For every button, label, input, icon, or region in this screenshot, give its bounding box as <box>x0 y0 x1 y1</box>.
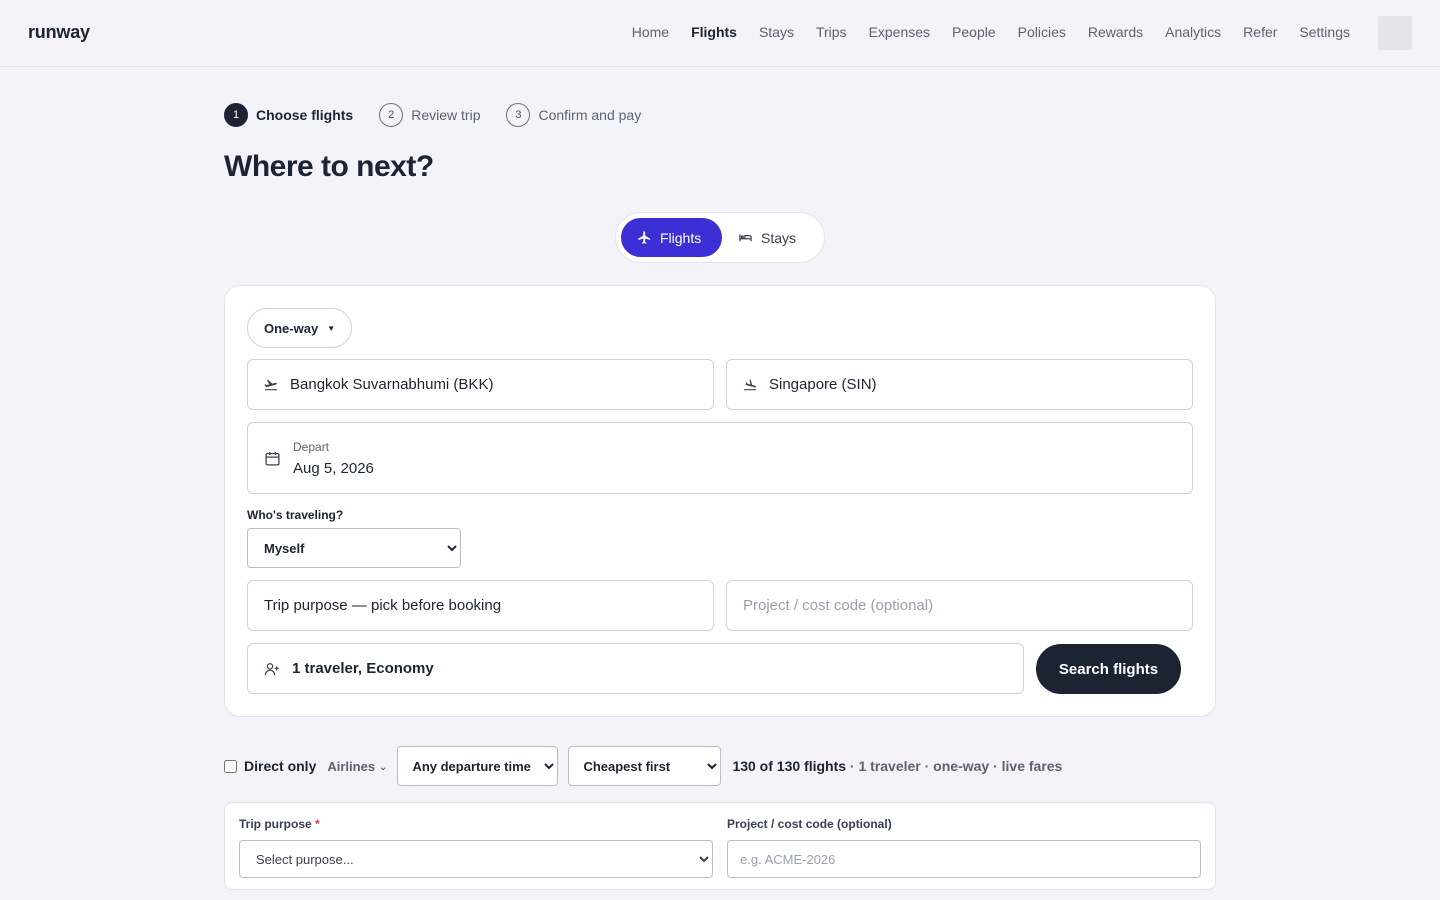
results-count: 130 of 130 flights <box>732 758 847 774</box>
purpose-select[interactable]: Select purpose... <box>239 840 713 878</box>
stepper: 1 Choose flights 2 Review trip 3 Confirm… <box>224 103 667 127</box>
airlines-label: Airlines <box>327 758 376 774</box>
sort-select[interactable]: Cheapest first <box>568 746 722 786</box>
nav-stays[interactable]: Stays <box>759 24 794 40</box>
nav-refer[interactable]: Refer <box>1243 24 1277 40</box>
direct-only-label: Direct only <box>244 758 317 774</box>
results-meta: · 1 traveler · one-way · live fares <box>846 758 1063 774</box>
cost-code-placeholder: Project / cost code (optional) <box>743 597 934 614</box>
main-nav: Home Flights Stays Trips Expenses People… <box>610 24 1350 40</box>
results-summary: 130 of 130 flights · 1 traveler · one-wa… <box>732 758 1062 774</box>
step-number: 1 <box>224 103 248 127</box>
trip-type-dropdown[interactable]: One-way ▼ <box>247 308 353 348</box>
purpose-label-text: Trip purpose <box>239 817 312 831</box>
trip-purpose-value: Trip purpose — pick before booking <box>264 597 502 614</box>
cost-code-label: Project / cost code (optional) <box>727 817 892 831</box>
trip-details-card: Trip purpose * Select purpose... Project… <box>224 802 1216 890</box>
step-review-trip: 2 Review trip <box>379 103 480 127</box>
step-label: Choose flights <box>256 107 354 123</box>
mode-stays-label: Stays <box>761 229 797 246</box>
mode-stays-button[interactable]: Stays <box>722 218 812 257</box>
nav-trips[interactable]: Trips <box>816 24 847 40</box>
airplane-icon <box>637 230 652 245</box>
trip-purpose-field[interactable]: Trip purpose — pick before booking <box>247 580 714 631</box>
depart-text: Depart Aug 5, 2026 <box>293 440 374 477</box>
search-card: One-way ▼ Bangkok Suvarnabhumi (BKK) Sin… <box>224 285 1216 717</box>
avatar[interactable] <box>1378 16 1412 50</box>
bed-icon <box>738 230 753 245</box>
filters-bar: Direct only Airlines ⌄ Any departure tim… <box>224 746 1062 786</box>
nav-analytics[interactable]: Analytics <box>1165 24 1221 40</box>
takeoff-icon <box>264 378 278 392</box>
nav-policies[interactable]: Policies <box>1018 24 1066 40</box>
who-traveling-label: Who's traveling? <box>247 508 344 522</box>
nav-home[interactable]: Home <box>632 24 669 40</box>
depart-date-field[interactable]: Depart Aug 5, 2026 <box>247 422 1193 494</box>
cost-code-field[interactable]: Project / cost code (optional) <box>726 580 1193 631</box>
step-label: Review trip <box>411 107 481 123</box>
add-user-icon <box>264 661 280 677</box>
top-bar: runway Home Flights Stays Trips Expenses… <box>0 0 1440 67</box>
step-choose-flights: 1 Choose flights <box>224 103 353 127</box>
origin-value: Bangkok Suvarnabhumi (BKK) <box>290 376 494 393</box>
nav-flights[interactable]: Flights <box>691 24 737 40</box>
mode-toggle: Flights Stays <box>615 212 825 263</box>
step-label: Confirm and pay <box>538 107 642 123</box>
calendar-icon <box>264 450 281 467</box>
destination-value: Singapore (SIN) <box>769 376 877 393</box>
depart-value: Aug 5, 2026 <box>293 459 374 477</box>
mode-flights-label: Flights <box>660 229 702 246</box>
page-title: Where to next? <box>224 150 434 183</box>
mode-flights-button[interactable]: Flights <box>621 218 722 257</box>
destination-field[interactable]: Singapore (SIN) <box>726 359 1193 410</box>
required-mark: * <box>315 817 320 831</box>
search-flights-button[interactable]: Search flights <box>1036 644 1181 694</box>
trip-type-value: One-way <box>264 320 319 336</box>
travelers-field[interactable]: 1 traveler, Economy <box>247 643 1024 694</box>
direct-only-checkbox[interactable] <box>224 759 237 773</box>
nav-expenses[interactable]: Expenses <box>869 24 930 40</box>
nav-rewards[interactable]: Rewards <box>1088 24 1143 40</box>
nav-people[interactable]: People <box>952 24 996 40</box>
landing-icon <box>743 378 757 392</box>
step-number: 3 <box>506 103 531 127</box>
brand-logo[interactable]: runway <box>28 22 90 43</box>
who-traveling-select[interactable]: Myself <box>247 528 461 568</box>
depart-label: Depart <box>293 439 330 454</box>
origin-field[interactable]: Bangkok Suvarnabhumi (BKK) <box>247 359 714 410</box>
caret-down-icon: ▼ <box>327 323 336 333</box>
departure-time-select[interactable]: Any departure time <box>397 746 559 786</box>
chevron-down-icon: ⌄ <box>379 762 388 773</box>
airlines-filter[interactable]: Airlines ⌄ <box>327 759 387 774</box>
purpose-label: Trip purpose * <box>239 817 320 831</box>
cost-code-input[interactable] <box>727 840 1201 878</box>
step-number: 2 <box>379 103 404 127</box>
nav-settings[interactable]: Settings <box>1299 24 1350 40</box>
travelers-value: 1 traveler, Economy <box>292 660 434 677</box>
direct-only-toggle[interactable]: Direct only <box>224 758 316 774</box>
step-confirm-pay: 3 Confirm and pay <box>506 103 641 127</box>
